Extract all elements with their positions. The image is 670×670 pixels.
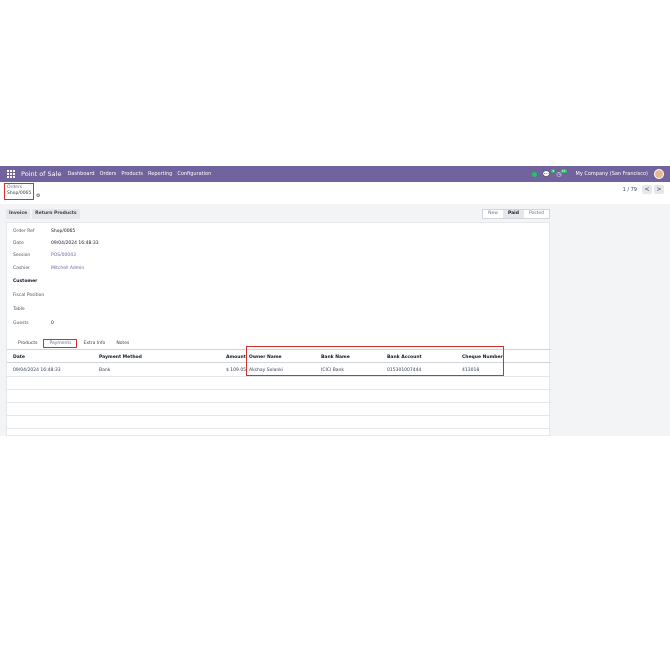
navbar-systray: 💬 9 ◷ 24 My Company (San Francisco) bbox=[531, 168, 664, 179]
notebook-tabs: Products Payments Extra Info Notes bbox=[13, 339, 135, 349]
pager: 1 / 79 < > bbox=[623, 185, 664, 194]
form-view: Invoice Return Products New Paid Posted … bbox=[0, 204, 670, 436]
cashier-link[interactable]: Mitchell Admin bbox=[51, 266, 84, 271]
order-ref-value[interactable]: Shop/0065 bbox=[51, 229, 75, 234]
date-label: Date bbox=[13, 241, 24, 246]
user-avatar[interactable] bbox=[654, 169, 664, 179]
tab-payments[interactable]: Payments bbox=[43, 339, 78, 348]
field-order-ref: Order Ref Shop/0065 bbox=[13, 229, 75, 234]
empty-row bbox=[7, 403, 551, 416]
cashier-label: Cashier bbox=[13, 266, 30, 271]
col-amount[interactable]: Amount bbox=[226, 355, 246, 360]
apps-menu-icon[interactable] bbox=[7, 170, 17, 178]
chat-icon[interactable]: 💬 9 bbox=[543, 168, 556, 178]
status-stages: New Paid Posted bbox=[482, 208, 550, 219]
breadcrumb-orders-link[interactable]: Orders bbox=[7, 185, 31, 190]
field-session: Session POS/00043 bbox=[13, 253, 76, 258]
order-ref-label: Order Ref bbox=[13, 229, 35, 234]
pos-app: Point of Sale Dashboard Orders Products … bbox=[0, 166, 670, 436]
col-date[interactable]: Date bbox=[13, 355, 25, 360]
stage-new[interactable]: New bbox=[483, 210, 503, 218]
session-link[interactable]: POS/00043 bbox=[51, 253, 76, 258]
guests-label: Guests bbox=[13, 321, 29, 326]
activity-clock-icon[interactable]: ◷ 24 bbox=[556, 168, 567, 178]
highlight-frame bbox=[246, 346, 504, 376]
customer-group-title: Customer bbox=[13, 279, 38, 284]
empty-row bbox=[7, 377, 551, 390]
pager-prev-button[interactable]: < bbox=[642, 185, 652, 194]
guests-value[interactable]: 0 bbox=[51, 321, 54, 326]
field-cashier: Cashier Mitchell Admin bbox=[13, 266, 84, 271]
breadcrumb-current: Shop/0065 bbox=[7, 191, 32, 196]
payment-method: Bank bbox=[99, 368, 111, 373]
empty-row bbox=[7, 416, 551, 429]
menu-reporting[interactable]: Reporting bbox=[148, 171, 172, 177]
date-value[interactable]: 09/04/2024 16:48:33 bbox=[51, 241, 99, 246]
company-switcher[interactable]: My Company (San Francisco) bbox=[576, 171, 649, 177]
chat-badge: 9 bbox=[551, 168, 556, 173]
field-table: Table bbox=[13, 307, 51, 312]
form-sheet: Order Ref Shop/0065 Date 09/04/2024 16:4… bbox=[6, 222, 551, 436]
empty-row bbox=[7, 390, 551, 403]
menu-configuration[interactable]: Configuration bbox=[177, 171, 211, 177]
col-payment-method[interactable]: Payment Method bbox=[99, 355, 142, 360]
top-navbar: Point of Sale Dashboard Orders Products … bbox=[0, 166, 670, 182]
table-label: Table bbox=[13, 307, 25, 312]
menu-products[interactable]: Products bbox=[121, 171, 143, 177]
invoice-button[interactable]: Invoice bbox=[6, 208, 31, 219]
return-products-button[interactable]: Return Products bbox=[32, 208, 80, 219]
tab-products[interactable]: Products bbox=[13, 339, 42, 348]
gear-icon[interactable]: ⚙ bbox=[36, 193, 40, 199]
form-statusbar: Invoice Return Products New Paid Posted bbox=[6, 208, 550, 219]
menu-dashboard[interactable]: Dashboard bbox=[67, 171, 94, 177]
activity-badge: 24 bbox=[560, 168, 567, 173]
tab-notes[interactable]: Notes bbox=[111, 339, 134, 348]
menu-orders[interactable]: Orders bbox=[100, 171, 117, 177]
control-panel: Orders Shop/0065 ⚙ 1 / 79 < > bbox=[0, 182, 670, 204]
breadcrumb: Orders Shop/0065 bbox=[4, 183, 34, 200]
status-dot-icon bbox=[531, 171, 537, 177]
stage-posted[interactable]: Posted bbox=[524, 210, 549, 218]
field-guests: Guests 0 bbox=[13, 321, 54, 326]
field-fiscal-position: Fiscal Position bbox=[13, 293, 51, 298]
app-brand[interactable]: Point of Sale bbox=[21, 170, 61, 178]
tab-extra-info[interactable]: Extra Info bbox=[78, 339, 110, 348]
session-label: Session bbox=[13, 253, 31, 258]
field-date: Date 09/04/2024 16:48:33 bbox=[13, 241, 99, 246]
pager-value[interactable]: 1 / 79 bbox=[623, 187, 637, 193]
pager-next-button[interactable]: > bbox=[654, 185, 664, 194]
payment-date: 09/04/2024 16:48:33 bbox=[13, 368, 61, 373]
stage-paid[interactable]: Paid bbox=[502, 209, 524, 218]
payment-amount: $ 109.05 bbox=[226, 368, 247, 373]
fiscal-position-label: Fiscal Position bbox=[13, 293, 45, 298]
